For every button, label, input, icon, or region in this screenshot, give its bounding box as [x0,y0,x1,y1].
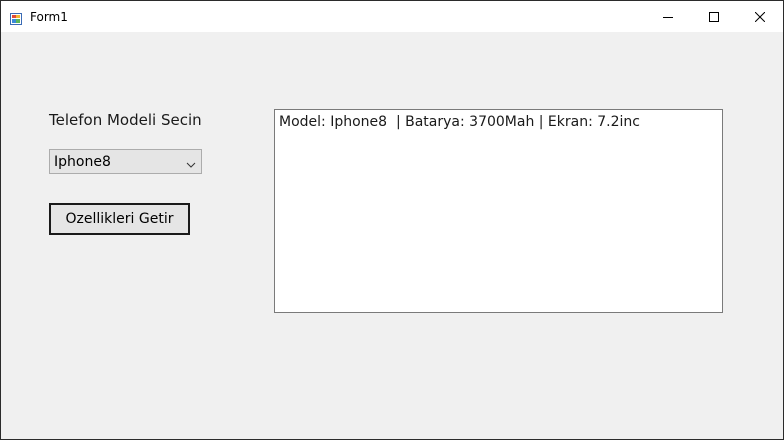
maximize-icon [709,7,719,26]
model-label: Telefon Modeli Secin [49,111,202,129]
close-button[interactable] [737,1,783,32]
model-combobox[interactable]: Iphone8 [49,149,202,174]
app-icon [10,10,22,25]
close-icon [754,7,766,26]
app-window: Form1 Telefon Modeli Secin Iphone8 Ozell… [0,0,784,440]
maximize-button[interactable] [691,1,737,32]
model-combobox-value: Iphone8 [54,154,111,170]
result-textbox[interactable]: Model: Iphone8 | Batarya: 3700Mah | Ekra… [274,109,723,313]
chevron-down-icon [185,156,197,168]
window-title: Form1 [30,10,68,24]
result-text: Model: Iphone8 | Batarya: 3700Mah | Ekra… [279,114,640,130]
minimize-button[interactable] [645,1,691,32]
get-features-button[interactable]: Ozellikleri Getir [49,203,190,235]
minimize-icon [663,7,673,26]
title-bar[interactable]: Form1 [1,1,783,32]
